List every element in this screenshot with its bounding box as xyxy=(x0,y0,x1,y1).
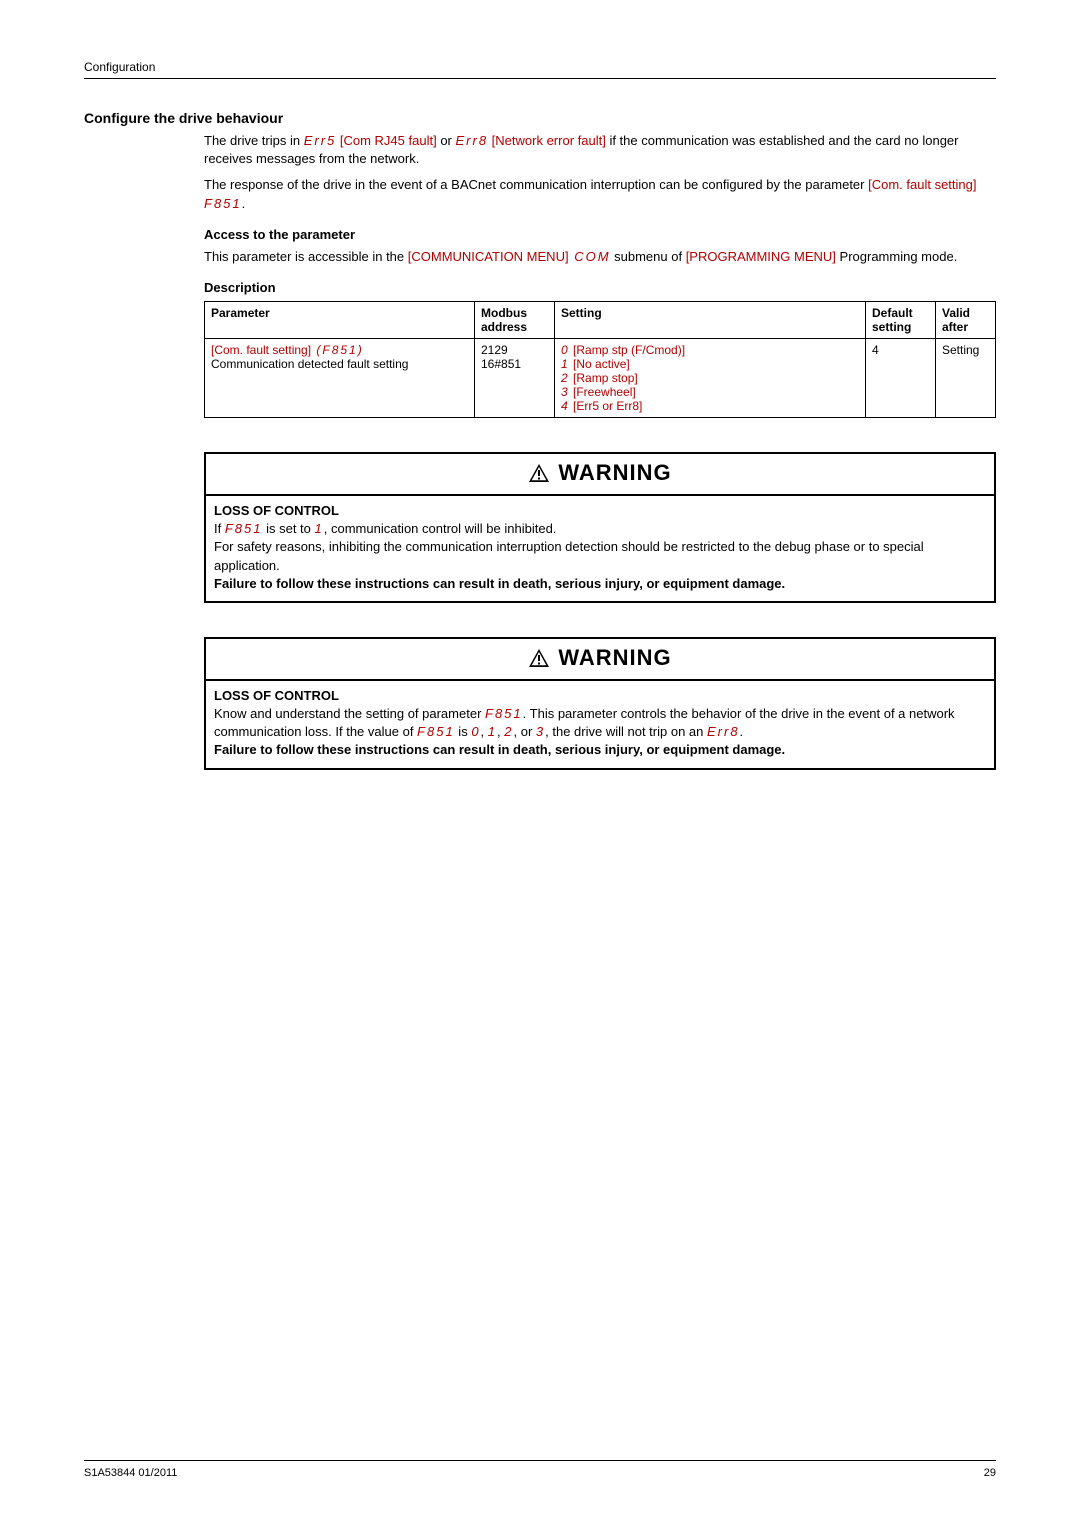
intro-paragraph-2: The response of the drive in the event o… xyxy=(204,176,996,212)
setting-code-4: 4 xyxy=(561,399,570,413)
warning-box: WARNING LOSS OF CONTROL If F851 is set t… xyxy=(204,452,996,603)
link-programming-menu: [PROGRAMMING MENU] xyxy=(686,249,836,264)
page-header: Configuration xyxy=(84,60,996,88)
modbus-dec: 2129 xyxy=(481,343,508,357)
warning-triangle-icon xyxy=(528,463,550,483)
warning-line-1: Know and understand the setting of param… xyxy=(214,705,986,741)
header-section-label: Configuration xyxy=(84,60,996,74)
text: , xyxy=(481,724,488,739)
text: is set to xyxy=(262,521,314,536)
text: , the drive will not trip on an xyxy=(545,724,707,739)
text: or xyxy=(437,133,456,148)
cell-modbus: 2129 16#851 xyxy=(475,338,555,417)
section-title: Configure the drive behaviour xyxy=(84,110,996,126)
setting-code-2: 2 xyxy=(561,371,570,385)
warning-line-3: Failure to follow these instructions can… xyxy=(214,575,986,593)
warning-line-2: For safety reasons, inhibiting the commu… xyxy=(214,538,986,574)
intro-paragraph-1: The drive trips in Err5 [Com RJ45 fault]… xyxy=(204,132,996,168)
warning-body: LOSS OF CONTROL If F851 is set to 1, com… xyxy=(206,496,994,601)
link-communication-menu: [COMMUNICATION MENU] xyxy=(408,249,569,264)
warning-box: WARNING LOSS OF CONTROL Know and underst… xyxy=(204,637,996,770)
text: The drive trips in xyxy=(204,133,304,148)
code-1: 1 xyxy=(315,521,324,536)
cell-setting: 0 [Ramp stp (F/Cmod)] 1 [No active] 2 [R… xyxy=(555,338,866,417)
code-f851: F851 xyxy=(204,196,242,211)
warning-line-2: Failure to follow these instructions can… xyxy=(214,741,986,759)
parameter-table: Parameter Modbus address Setting Default… xyxy=(204,301,996,418)
warning-failure-text: Failure to follow these instructions can… xyxy=(214,576,785,591)
cell-valid: Setting xyxy=(936,338,996,417)
warning-header: WARNING xyxy=(206,639,994,681)
setting-text-1: [No active] xyxy=(570,357,630,371)
code-com: COM xyxy=(569,249,611,264)
access-paragraph: This parameter is accessible in the [COM… xyxy=(204,248,996,266)
setting-code-3: 3 xyxy=(561,385,570,399)
page: Configuration Configure the drive behavi… xyxy=(0,0,1080,1527)
warning-body: LOSS OF CONTROL Know and understand the … xyxy=(206,681,994,768)
text: The response of the drive in the event o… xyxy=(204,177,868,192)
param-code: (F851) xyxy=(311,343,364,357)
text: This parameter is accessible in the xyxy=(204,249,408,264)
content: Configure the drive behaviour The drive … xyxy=(84,110,996,770)
table-row: [Com. fault setting] (F851) Communicatio… xyxy=(205,338,996,417)
cell-default: 4 xyxy=(866,338,936,417)
footer-row: S1A53844 01/2011 29 xyxy=(84,1467,996,1479)
text: . xyxy=(740,724,744,739)
text: Know and understand the setting of param… xyxy=(214,706,485,721)
header-rule xyxy=(84,78,996,79)
text: If xyxy=(214,521,225,536)
setting-text-0: [Ramp stp (F/Cmod)] xyxy=(570,343,685,357)
th-setting: Setting xyxy=(555,301,866,338)
warning-line-1: If F851 is set to 1, communication contr… xyxy=(214,520,986,538)
page-footer: S1A53844 01/2011 29 xyxy=(84,1460,996,1479)
text: , or xyxy=(513,724,535,739)
cell-parameter: [Com. fault setting] (F851) Communicatio… xyxy=(205,338,475,417)
warning-2: WARNING LOSS OF CONTROL Know and underst… xyxy=(204,637,996,770)
warning-triangle-icon xyxy=(528,648,550,668)
code-f851: F851 xyxy=(225,521,263,536)
text: . xyxy=(242,196,246,211)
code-err8: Err8 xyxy=(456,133,489,148)
code-f851: F851 xyxy=(485,706,523,721)
text: submenu of xyxy=(611,249,686,264)
warning-failure-text: Failure to follow these instructions can… xyxy=(214,742,785,757)
setting-text-4: [Err5 or Err8] xyxy=(570,399,643,413)
table-header-row: Parameter Modbus address Setting Default… xyxy=(205,301,996,338)
footer-rule xyxy=(84,1460,996,1461)
link-network-error-fault: [Network error fault] xyxy=(488,133,606,148)
th-valid: Valid after xyxy=(936,301,996,338)
code-f851: F851 xyxy=(417,724,455,739)
code-1: 1 xyxy=(488,724,497,739)
description-heading: Description xyxy=(204,280,996,295)
param-rest: Communication detected fault setting xyxy=(211,357,408,371)
text: , communication control will be inhibite… xyxy=(324,521,557,536)
th-parameter: Parameter xyxy=(205,301,475,338)
warning-title: LOSS OF CONTROL xyxy=(214,687,986,705)
text: Programming mode. xyxy=(836,249,957,264)
warning-title: LOSS OF CONTROL xyxy=(214,502,986,520)
access-heading: Access to the parameter xyxy=(204,227,996,242)
footer-doc-id: S1A53844 01/2011 xyxy=(84,1467,177,1479)
th-default: Default setting xyxy=(866,301,936,338)
setting-text-3: [Freewheel] xyxy=(570,385,636,399)
link-com-rj45-fault: [Com RJ45 fault] xyxy=(336,133,436,148)
warning-head-text: WARNING xyxy=(558,645,671,671)
body-block: The drive trips in Err5 [Com RJ45 fault]… xyxy=(204,132,996,418)
warning-header: WARNING xyxy=(206,454,994,496)
warning-1: WARNING LOSS OF CONTROL If F851 is set t… xyxy=(204,452,996,603)
setting-code-0: 0 xyxy=(561,343,570,357)
code-err5: Err5 xyxy=(304,133,337,148)
warning-head-text: WARNING xyxy=(558,460,671,486)
setting-code-1: 1 xyxy=(561,357,570,371)
setting-text-2: [Ramp stop] xyxy=(570,371,638,385)
code-3: 3 xyxy=(536,724,545,739)
text: is xyxy=(455,724,472,739)
code-0: 0 xyxy=(471,724,480,739)
code-err8: Err8 xyxy=(707,724,740,739)
param-link: [Com. fault setting] xyxy=(211,343,311,357)
link-com-fault-setting: [Com. fault setting] xyxy=(868,177,976,192)
modbus-hex: 16#851 xyxy=(481,357,521,371)
footer-page-number: 29 xyxy=(984,1467,996,1479)
th-modbus: Modbus address xyxy=(475,301,555,338)
